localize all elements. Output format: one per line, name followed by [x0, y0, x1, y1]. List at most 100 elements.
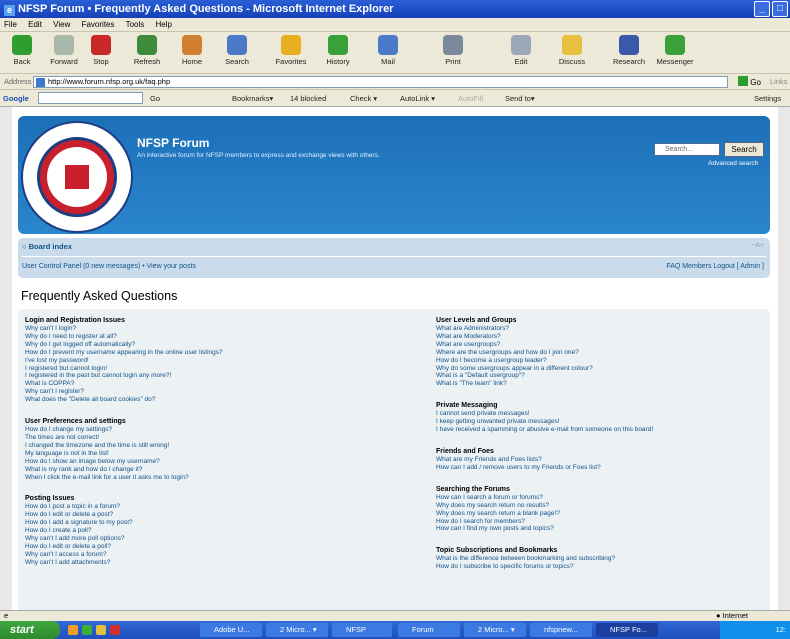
- user-control-panel-link[interactable]: User Control Panel (0 new messages) • Vi…: [22, 263, 196, 270]
- toolbar-messenger-button[interactable]: Messenger: [654, 35, 696, 66]
- address-input[interactable]: http://www.forum.nfsp.org.uk/faq.php: [33, 76, 728, 88]
- faq-question-link[interactable]: How do I edit or delete a post?: [25, 511, 223, 519]
- spellcheck-button[interactable]: Check ▾: [350, 90, 377, 107]
- toolbar-back-button[interactable]: Back: [6, 35, 38, 66]
- faq-question-link[interactable]: How do I post a topic in a forum?: [25, 503, 223, 511]
- faq-question-link[interactable]: Why do some usergroups appear in a diffe…: [436, 365, 653, 373]
- faq-question-link[interactable]: How can I search a forum or forums?: [436, 494, 653, 502]
- quicklaunch-explorer-icon[interactable]: [68, 625, 78, 635]
- toolbar-mail-button[interactable]: Mail: [366, 35, 410, 66]
- faq-question-link[interactable]: I registered in the past but cannot logi…: [25, 372, 223, 380]
- toolbar-forward-button[interactable]: Forward: [44, 35, 84, 66]
- task-nfsp[interactable]: NFSP: [332, 623, 392, 637]
- faq-question-link[interactable]: I cannot send private messages!: [436, 410, 653, 418]
- popup-blocked-count[interactable]: 14 blocked: [290, 90, 326, 107]
- faq-question-link[interactable]: What is my rank and how do I change it?: [25, 466, 223, 474]
- toolbar-history-button[interactable]: History: [318, 35, 358, 66]
- faq-question-link[interactable]: How do I subscribe to specific forums or…: [436, 563, 653, 571]
- faq-question-link[interactable]: Why does my search return a blank page!?: [436, 510, 653, 518]
- faq-question-link[interactable]: What are Administrators?: [436, 325, 653, 333]
- toolbar-discuss-button[interactable]: Discuss: [550, 35, 594, 66]
- menu-file[interactable]: File: [4, 20, 17, 29]
- quicklaunch-app-icon[interactable]: [110, 625, 120, 635]
- menu-tools[interactable]: Tools: [126, 20, 145, 29]
- faq-question-link[interactable]: Why do I get logged off automatically?: [25, 341, 223, 349]
- toolbar-print-button[interactable]: Print: [430, 35, 476, 66]
- google-settings-button[interactable]: Settings: [754, 90, 781, 107]
- menu-view[interactable]: View: [53, 20, 70, 29]
- faq-question-link[interactable]: How do I prevent my username appearing i…: [25, 349, 223, 357]
- faq-question-link[interactable]: How do I become a usergroup leader?: [436, 357, 653, 365]
- menu-favorites[interactable]: Favorites: [82, 20, 115, 29]
- google-bookmarks-button[interactable]: Bookmarks▾: [232, 90, 273, 107]
- faq-question-link[interactable]: What are my Friends and Foes lists?: [436, 456, 653, 464]
- faq-question-link[interactable]: How do I change my settings?: [25, 426, 223, 434]
- navbar-right-links[interactable]: FAQ Members Logout [ Admin ]: [666, 263, 764, 270]
- faq-question-link[interactable]: I have received a spamming or abusive e-…: [436, 426, 653, 434]
- menu-help[interactable]: Help: [156, 20, 172, 29]
- google-search-input[interactable]: [38, 92, 143, 104]
- advanced-search-link[interactable]: Advanced search: [708, 160, 758, 167]
- maximize-button[interactable]: □: [772, 1, 788, 17]
- toolbar-favorites-button[interactable]: Favorites: [270, 35, 312, 66]
- start-button[interactable]: start: [0, 621, 60, 639]
- task-nfspnew[interactable]: nfspnew...: [530, 623, 592, 637]
- board-index-link[interactable]: ○ Board index: [22, 242, 72, 251]
- toolbar-stop-button[interactable]: Stop: [84, 35, 118, 66]
- task-nfsp-forum[interactable]: NFSP Fo...: [596, 623, 658, 637]
- toolbar-home-button[interactable]: Home: [174, 35, 210, 66]
- minimize-button[interactable]: _: [754, 1, 770, 17]
- go-button[interactable]: Go: [738, 76, 764, 88]
- task-adobe[interactable]: Adobe U...: [200, 623, 262, 637]
- faq-question-link[interactable]: How can I add / remove users to my Frien…: [436, 464, 653, 472]
- faq-question-link[interactable]: How do I search for members?: [436, 518, 653, 526]
- faq-question-link[interactable]: Why can't I add attachments?: [25, 559, 223, 567]
- faq-question-link[interactable]: Why can't I access a forum?: [25, 551, 223, 559]
- forum-search-button[interactable]: Search: [724, 142, 764, 157]
- faq-question-link[interactable]: I keep getting unwanted private messages…: [436, 418, 653, 426]
- google-go-button[interactable]: Go: [150, 90, 160, 107]
- faq-question-link[interactable]: Why do I need to register at all?: [25, 333, 223, 341]
- task-forum[interactable]: Forum: [398, 623, 460, 637]
- faq-question-link[interactable]: What does the "Delete all board cookies"…: [25, 396, 223, 404]
- faq-question-link[interactable]: What are usergroups?: [436, 341, 653, 349]
- site-title[interactable]: NFSP Forum: [137, 136, 209, 150]
- task-micro-2[interactable]: 2 Micro... ▾: [464, 623, 526, 637]
- faq-question-link[interactable]: My language is not in the list!: [25, 450, 223, 458]
- faq-question-link[interactable]: What are Moderators?: [436, 333, 653, 341]
- faq-question-link[interactable]: I registered but cannot login!: [25, 365, 223, 373]
- font-size-toggle[interactable]: −A+: [751, 242, 764, 249]
- quicklaunch-desktop-icon[interactable]: [82, 625, 92, 635]
- forum-search-input[interactable]: Search...: [654, 143, 720, 156]
- faq-question-link[interactable]: I've lost my password!: [25, 357, 223, 365]
- faq-question-link[interactable]: I changed the timezone and the time is s…: [25, 442, 223, 450]
- faq-question-link[interactable]: How do I edit or delete a poll?: [25, 543, 223, 551]
- faq-question-link[interactable]: The times are not correct!: [25, 434, 223, 442]
- faq-question-link[interactable]: What is the difference between bookmarki…: [436, 555, 653, 563]
- menu-edit[interactable]: Edit: [28, 20, 42, 29]
- faq-question-link[interactable]: What is a "Default usergroup"?: [436, 372, 653, 380]
- faq-question-link[interactable]: When I click the e-mail link for a user …: [25, 474, 223, 482]
- faq-question-link[interactable]: How do I create a poll?: [25, 527, 223, 535]
- links-button[interactable]: Links: [770, 74, 788, 90]
- faq-question-link[interactable]: How do I show an image below my username…: [25, 458, 223, 466]
- faq-question-link[interactable]: What is COPPA?: [25, 380, 223, 388]
- toolbar-research-button[interactable]: Research: [608, 35, 650, 66]
- send-to-button[interactable]: Send to▾: [505, 90, 535, 107]
- clock[interactable]: 12:: [776, 625, 786, 634]
- faq-question-link[interactable]: How do I add a signature to my post?: [25, 519, 223, 527]
- faq-question-link[interactable]: Why does my search return no results?: [436, 502, 653, 510]
- toolbar-refresh-button[interactable]: Refresh: [128, 35, 166, 66]
- autolink-button[interactable]: AutoLink ▾: [400, 90, 435, 107]
- quicklaunch-folder-icon[interactable]: [96, 625, 106, 635]
- faq-question-link[interactable]: Why can't I login?: [25, 325, 223, 333]
- task-micro-1[interactable]: 2 Micro... ▾: [266, 623, 328, 637]
- toolbar-edit-button[interactable]: Edit: [502, 35, 540, 66]
- faq-question-link[interactable]: Why can't I add more poll options?: [25, 535, 223, 543]
- faq-question-link[interactable]: Where are the usergroups and how do I jo…: [436, 349, 653, 357]
- faq-question-link[interactable]: How can I find my own posts and topics?: [436, 525, 653, 533]
- faq-question-link[interactable]: Why can't I register?: [25, 388, 223, 396]
- toolbar-search-button[interactable]: Search: [218, 35, 256, 66]
- faq-question-link[interactable]: What is "The team" link?: [436, 380, 653, 388]
- autofill-button[interactable]: AutoFill: [458, 90, 483, 107]
